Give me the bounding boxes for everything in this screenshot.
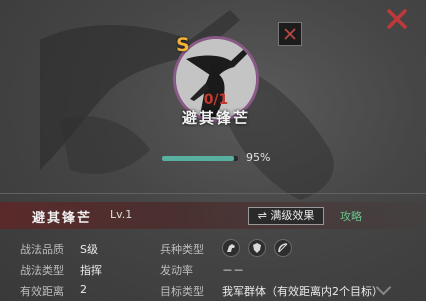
progress-bar: [162, 156, 238, 161]
skill-detail-panel: S 0/1 避其锋芒 95% 避其锋芒 Lv.1 ⇌ 满级效果 攻略 战法品质 …: [0, 0, 426, 301]
small-close-icon: [284, 28, 296, 40]
close-icon[interactable]: [384, 6, 410, 32]
type-value: 指挥: [80, 264, 102, 277]
section-divider: [0, 193, 426, 194]
max-level-effect-button[interactable]: ⇌ 满级效果: [248, 207, 324, 225]
trigger-rate-value: －－: [222, 264, 244, 277]
cavalry-icon: [222, 239, 240, 257]
target-type-label: 目标类型: [160, 285, 204, 298]
grade-badge: S: [176, 34, 190, 56]
skill-level: Lv.1: [110, 208, 133, 221]
shield-icon: [248, 239, 266, 257]
trigger-rate-label: 发动率: [160, 264, 193, 277]
range-label: 有效距离: [20, 285, 64, 298]
bow-icon: [274, 239, 292, 257]
troop-type-label: 兵种类型: [160, 243, 204, 256]
strategy-link[interactable]: 攻略: [340, 208, 362, 224]
quality-label: 战法品质: [20, 243, 64, 256]
target-type-value: 我军群体（有效距离内2个目标）: [222, 285, 383, 298]
range-value: 2: [80, 283, 87, 296]
cancel-equip-button[interactable]: [278, 22, 302, 46]
skill-name-heading: 避其锋芒: [181, 109, 250, 127]
quality-value: S级: [80, 243, 98, 256]
progress-fill: [162, 156, 235, 161]
skill-count: 0/1: [203, 92, 229, 108]
type-label: 战法类型: [20, 264, 64, 277]
progress-percent: 95%: [246, 151, 271, 164]
skill-name: 避其锋芒: [32, 211, 93, 226]
